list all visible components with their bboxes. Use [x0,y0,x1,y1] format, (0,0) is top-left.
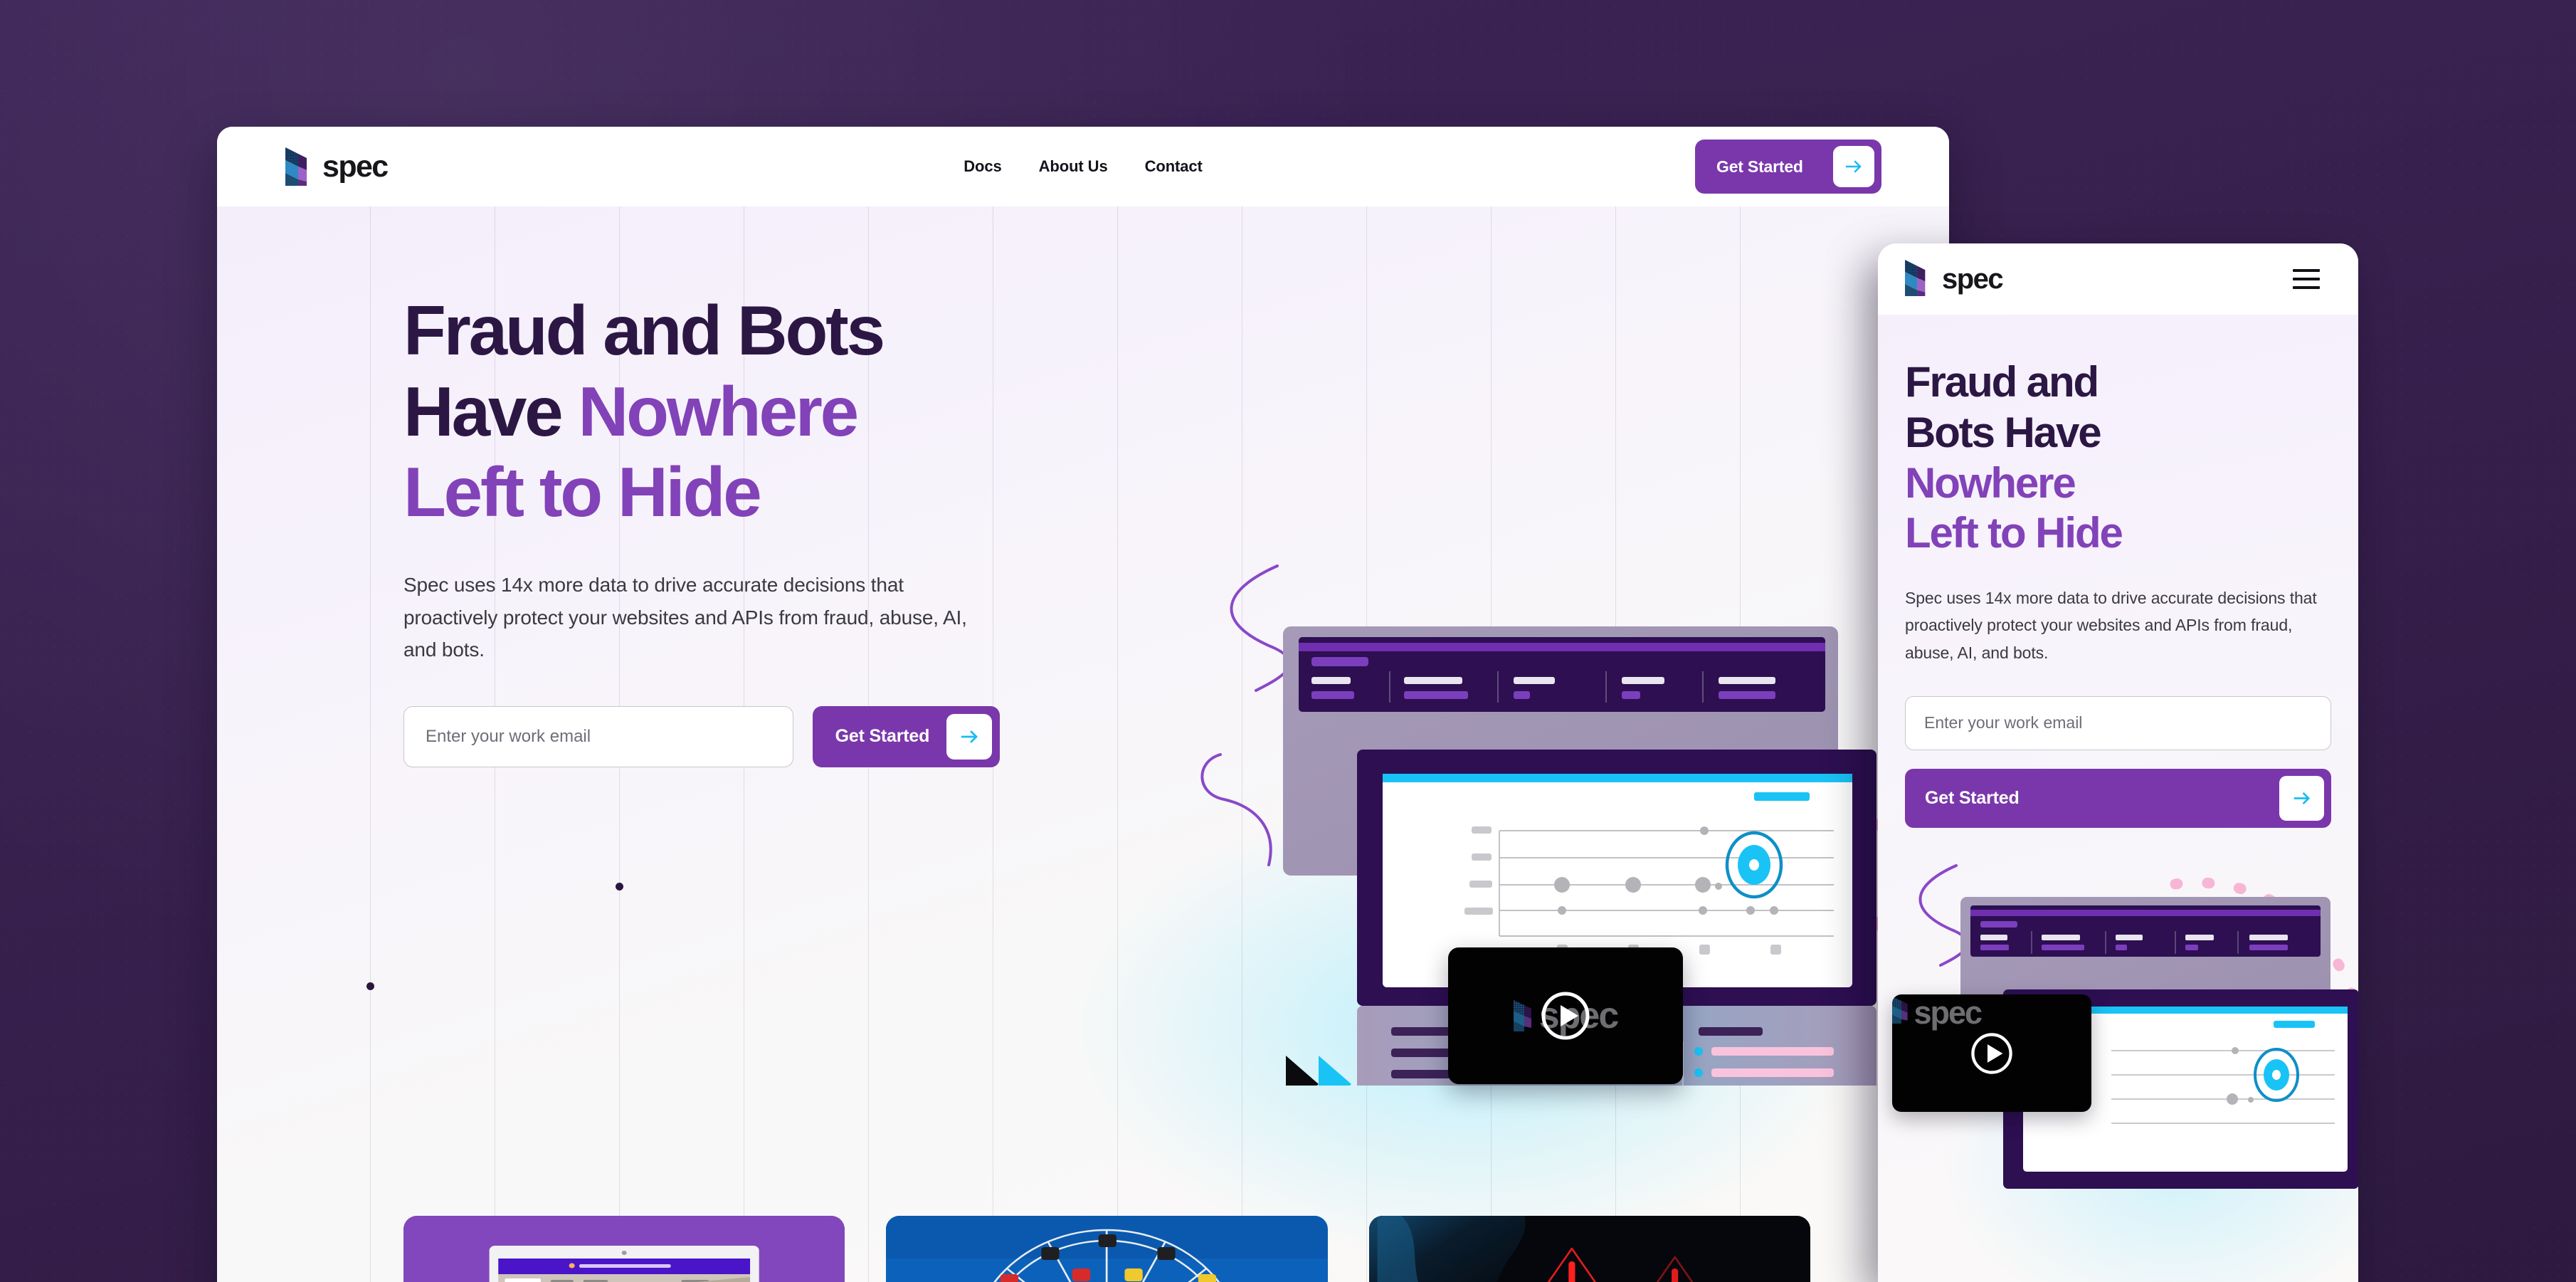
security-alert-image [1368,1216,1810,1282]
arrow-right-icon [946,713,992,760]
spec-logo-mark-icon [285,147,312,186]
feature-card-alerts[interactable] [1368,1216,1810,1282]
mobile-email-input[interactable] [1905,695,2331,750]
desktop-hero-section: Fraud and Bots Have Nowhere Left to Hide… [217,206,1949,1282]
arrow-right-icon [1833,146,1874,187]
spec-logo-mark-icon [1905,260,1931,298]
hero-headline-line2-accent: Nowhere [578,372,860,451]
mobile-headline-line2: Bots Have [1905,408,2102,456]
spec-logo-text: spec [322,149,389,184]
spec-logo[interactable]: spec [285,147,389,186]
mobile-headline-line1: Fraud and [1905,358,2099,406]
hero-copy-block: Fraud and Bots Have Nowhere Left to Hide… [217,206,1000,767]
hero-email-input[interactable] [403,705,793,767]
hero-get-started-button[interactable]: Get Started [812,705,1000,767]
nav-link-docs[interactable]: Docs [964,157,1002,176]
nav-link-about-us[interactable]: About Us [1039,157,1108,176]
desktop-navbar: spec Docs About Us Contact Get Started [217,127,1949,206]
nav-link-contact[interactable]: Contact [1145,157,1203,176]
play-button-icon[interactable] [1970,1032,2013,1075]
feature-card-laptop[interactable] [403,1216,845,1282]
desktop-nav-links: Docs About Us Contact [217,157,1949,176]
mobile-viewport: spec Fraud and Bots Have Nowhere Left to… [1878,243,2358,1282]
spec-logo-text: spec [1942,263,2004,295]
video-overlay-wordmark: spec [1913,994,1983,1031]
mobile-video-thumbnail[interactable]: spec [1892,994,2091,1112]
spec-logo-mark-icon [1513,1000,1531,1031]
ferris-wheel-image [886,1216,1328,1282]
mobile-navbar: spec [1878,243,2358,315]
feature-card-ferris-wheel[interactable] [886,1216,1328,1282]
hero-subtitle: Spec uses 14x more data to drive accurat… [403,574,967,661]
hamburger-menu-icon[interactable] [2293,269,2320,289]
desktop-viewport: spec Docs About Us Contact Get Started F… [217,127,1949,1282]
mobile-hero-section: Fraud and Bots Have Nowhere Left to Hide… [1878,315,2358,1282]
feature-cards-row [403,1216,1810,1282]
hero-headline-line1: Fraud and Bots [403,291,885,369]
mobile-headline-line3-accent: Nowhere [1905,458,2076,507]
hero-headline-line3-accent: Left to Hide [403,453,762,532]
hero-signup-form: Get Started [403,705,1000,767]
spec-logo[interactable]: spec [1905,260,2004,298]
hero-dashboard-illustration: spec [1192,523,1904,1086]
laptop-screenshot-image [403,1216,845,1282]
nav-get-started-label: Get Started [1716,157,1803,176]
nav-get-started-button[interactable]: Get Started [1695,140,1881,194]
hero-headline-line2-dark: Have [403,372,579,451]
mobile-subtitle: Spec uses 14x more data to drive accurat… [1905,589,2317,662]
play-button-icon[interactable] [1541,991,1590,1041]
hero-video-thumbnail[interactable]: spec [1448,947,1683,1084]
mobile-headline: Fraud and Bots Have Nowhere Left to Hide [1905,357,2331,559]
hero-get-started-label: Get Started [835,726,930,747]
mobile-headline-line4-accent: Left to Hide [1905,509,2123,557]
page-backdrop: spec Docs About Us Contact Get Started F… [0,0,2576,1282]
spec-logo-mark-icon [1892,997,1908,1024]
hero-headline: Fraud and Bots Have Nowhere Left to Hide [403,290,1000,533]
